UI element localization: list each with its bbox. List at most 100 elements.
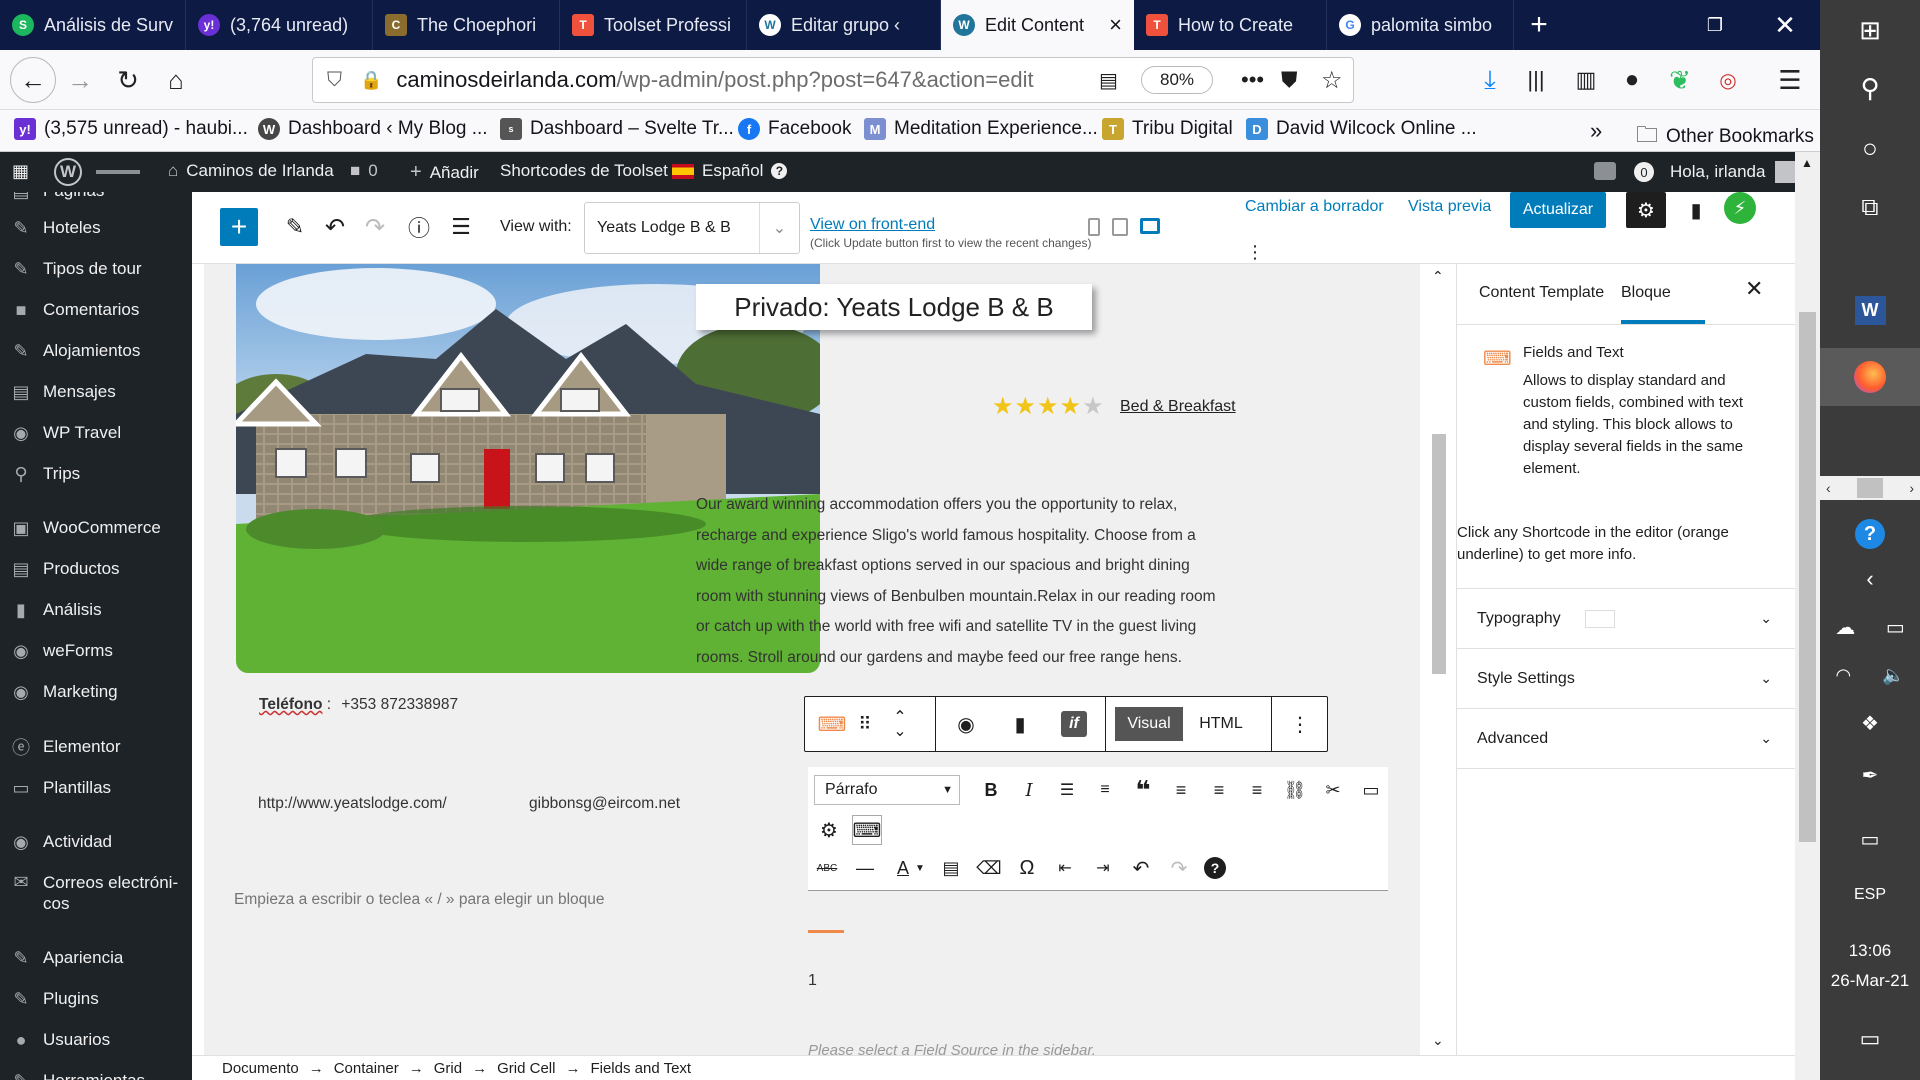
scroll-down-icon[interactable]: ⌄ — [1432, 1032, 1444, 1049]
tab-content-template[interactable]: Content Template — [1479, 284, 1604, 302]
tab-bloque[interactable]: Bloque — [1621, 284, 1671, 302]
bookmark-item[interactable]: W Dashboard ‹ My Blog ... — [258, 118, 488, 140]
sidebar-item-wp-travel[interactable]: ◉ WP Travel — [0, 414, 192, 452]
email-field[interactable]: gibbonsg@eircom.net — [529, 795, 680, 813]
other-bookmarks[interactable]: 🗀 Other Bookmarks — [1636, 118, 1814, 156]
dashboard-icon[interactable]: ▦ — [12, 161, 29, 182]
move-arrows-icon[interactable]: ⌃ ⌄ — [889, 701, 911, 749]
info-icon[interactable]: ⓘ — [400, 208, 438, 246]
special-char-icon[interactable]: Ω — [1014, 855, 1040, 881]
wordpress-logo-icon[interactable]: W — [54, 158, 82, 186]
toolset-fields-icon[interactable]: ⚙ — [814, 815, 844, 845]
bookmark-item[interactable]: M Meditation Experience... — [864, 118, 1098, 140]
breadcrumb-item[interactable]: Fields and Text — [590, 1060, 691, 1077]
phone-field[interactable]: Teléfono : +353 872338987 — [259, 696, 458, 714]
extension-icon[interactable]: ◎ — [1708, 60, 1748, 100]
sidebar-item-mensajes[interactable]: ▤ Mensajes — [0, 373, 192, 411]
windows-start-icon[interactable]: ⊞ — [1820, 10, 1920, 50]
breadcrumb-item[interactable]: Grid — [434, 1060, 462, 1077]
update-button[interactable]: Actualizar — [1510, 192, 1606, 228]
comments-link[interactable]: ■ 0 — [350, 161, 378, 181]
search-icon[interactable]: ⚲ — [1820, 68, 1920, 108]
wifi-icon[interactable]: ◠ — [1835, 665, 1851, 686]
chevron-left-icon[interactable]: ‹ — [1820, 564, 1920, 594]
align-left-icon[interactable]: ≡ — [1168, 777, 1194, 803]
blockquote-icon[interactable]: ❝ — [1130, 775, 1156, 805]
task-view-icon[interactable]: ⧉ — [1820, 188, 1920, 228]
mobile-preview-icon[interactable] — [1088, 218, 1100, 236]
user-menu[interactable]: Hola, irlanda — [1670, 161, 1798, 183]
switch-to-draft-button[interactable]: Cambiar a borrador — [1245, 198, 1384, 216]
browser-tab[interactable]: T Toolset Professi — [560, 0, 747, 50]
notifications-icon[interactable] — [1594, 162, 1616, 180]
edit-tool-icon[interactable]: ✎ — [276, 208, 314, 246]
preview-button[interactable]: Vista previa — [1408, 198, 1491, 216]
sidebar-item-trips[interactable]: ⚲ Trips — [0, 455, 192, 493]
reader-view-icon[interactable]: ▤ — [1099, 68, 1118, 93]
sidebar-item-productos[interactable]: ▤ Productos — [0, 550, 192, 588]
new-tab-icon[interactable]: + — [1514, 0, 1564, 50]
zoom-badge[interactable]: 80% — [1141, 66, 1213, 94]
browser-tab[interactable]: G palomita simbo — [1327, 0, 1514, 50]
sidebar-item-herramientas[interactable]: ✎Herramientas — [0, 1062, 192, 1080]
language-indicator[interactable]: ESP — [1820, 880, 1920, 910]
view-with-select[interactable]: Yeats Lodge B & B ⌄ — [584, 202, 800, 254]
conditional-if-icon[interactable]: if — [1061, 711, 1087, 737]
description-text[interactable]: Our award winning accommodation offers y… — [696, 490, 1216, 678]
restore-window-icon[interactable]: ❐ — [1690, 0, 1740, 50]
account-icon[interactable]: ● — [1612, 60, 1652, 100]
bold-icon[interactable]: B — [978, 777, 1004, 803]
chevron-left-icon[interactable]: ‹ — [1826, 480, 1831, 496]
onedrive-icon[interactable]: ☁ — [1835, 615, 1855, 640]
sidebar-item-paginas[interactable]: ▤Páginas — [0, 192, 192, 210]
tablet-preview-icon[interactable] — [1112, 218, 1128, 236]
sidebar-item-comentarios[interactable]: ■ Comentarios — [0, 291, 192, 329]
align-right-icon[interactable]: ≡ — [1244, 777, 1270, 803]
tray-scroller[interactable]: ‹ › — [1820, 476, 1920, 500]
bookmarks-overflow-icon[interactable]: » — [1590, 118, 1602, 144]
sidebar-item-alojamientos[interactable]: ✎ Alojamientos — [0, 332, 192, 370]
help-icon[interactable]: ? — [1204, 857, 1226, 879]
drag-handle-icon[interactable]: ⠿ — [855, 711, 875, 737]
more-options-icon[interactable]: ⋮ — [1246, 242, 1264, 263]
keyboard-toggle-icon[interactable]: ⌨ — [852, 815, 882, 845]
sidebar-item-woocommerce[interactable]: ▣ WooCommerce — [0, 509, 192, 547]
sidebar-item-usuarios[interactable]: ● Usuarios — [0, 1021, 192, 1059]
sidebar-item-marketing[interactable]: ◉ Marketing — [0, 673, 192, 711]
breadcrumb-item[interactable]: Container — [334, 1060, 399, 1077]
advanced-section[interactable]: Advanced ⌄ — [1457, 708, 1796, 768]
redo-icon[interactable]: ↷ — [1166, 855, 1192, 881]
breadcrumb-item[interactable]: Documento — [222, 1060, 299, 1077]
keyboard-icon[interactable]: ▭ — [1820, 824, 1920, 854]
sidebar-item-actividad[interactable]: ◉ Actividad — [0, 823, 192, 861]
post-title[interactable]: Privado: Yeats Lodge B & B — [696, 284, 1092, 330]
more-options-icon[interactable]: ⋮ — [1285, 711, 1315, 737]
browser-tab[interactable]: y! (3,764 unread) — [186, 0, 373, 50]
pen-icon[interactable]: ✒ — [1820, 760, 1920, 790]
category-link[interactable]: Bed & Breakfast — [1120, 398, 1236, 416]
html-tab[interactable]: HTML — [1189, 707, 1253, 741]
download-icon[interactable]: ⤓ — [1470, 60, 1510, 100]
breadcrumb-item[interactable]: Grid Cell — [497, 1060, 555, 1077]
add-new-link[interactable]: + Añadir — [410, 161, 479, 184]
sidebar-item-analisis[interactable]: ▮ Análisis — [0, 591, 192, 629]
menu-icon[interactable]: ☰ — [1770, 60, 1810, 100]
align-center-icon[interactable]: ≡ — [1206, 777, 1232, 803]
scrollbar-thumb[interactable] — [1432, 434, 1446, 674]
bullet-list-icon[interactable]: ☰ — [1054, 777, 1080, 803]
view-front-end-link[interactable]: View on front-end — [810, 216, 935, 234]
italic-icon[interactable]: I — [1016, 777, 1042, 803]
bookmark-item[interactable]: D David Wilcock Online ... — [1246, 118, 1477, 140]
back-icon[interactable]: ← — [10, 57, 56, 103]
browser-tab-active[interactable]: W Edit Content × — [941, 0, 1134, 50]
desktop-preview-icon[interactable] — [1140, 218, 1160, 234]
dropbox-icon[interactable]: ❖ — [1820, 708, 1920, 738]
scroll-up-icon[interactable]: ▲ — [1801, 156, 1813, 170]
canvas-scrollbar[interactable]: ⌃ ⌄ — [1420, 264, 1456, 1055]
toolset-shortcodes-link[interactable]: Shortcodes de Toolset — [500, 161, 668, 181]
browser-tab[interactable]: T How to Create — [1134, 0, 1327, 50]
keyboard-icon[interactable]: ⌨ — [818, 711, 847, 737]
clock-date[interactable]: 26-Mar-21 — [1820, 968, 1920, 994]
strikethrough-icon[interactable]: ABC — [814, 855, 840, 881]
battery-icon[interactable]: ▭ — [1886, 615, 1905, 640]
